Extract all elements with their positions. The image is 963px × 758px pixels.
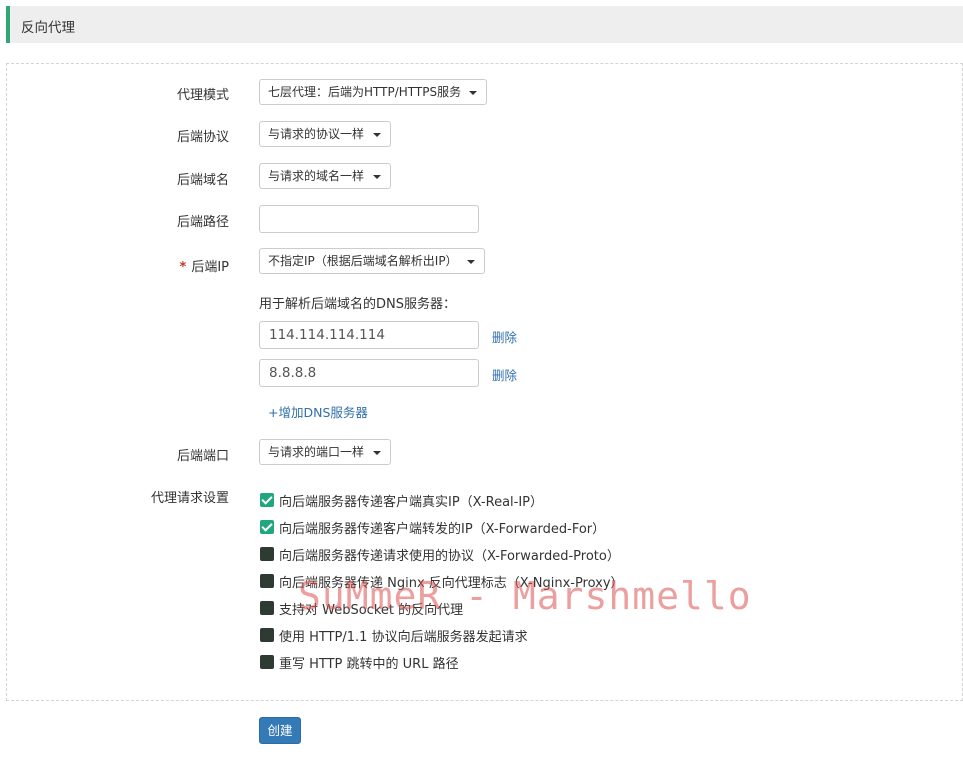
backend-ip-select[interactable]: 不指定IP（根据后端域名解析出IP） xyxy=(259,248,485,274)
checkbox-label: 使用 HTTP/1.1 协议向后端服务器发起请求 xyxy=(279,630,528,645)
dns-hint: 用于解析后端域名的DNS服务器： xyxy=(259,297,456,312)
required-mark: * xyxy=(179,260,187,275)
checkbox-label: 向后端服务器传递请求使用的协议（X-Forwarded-Proto） xyxy=(279,549,620,564)
backend-port-value: 与请求的端口一样 xyxy=(268,445,365,459)
checkbox[interactable] xyxy=(260,628,274,642)
checkbox[interactable] xyxy=(260,655,274,669)
checkbox[interactable] xyxy=(260,520,274,534)
proxy-mode-value: 七层代理：后端为HTTP/HTTPS服务 xyxy=(268,85,462,99)
page-header: 反向代理 xyxy=(6,6,963,43)
backend-port-select[interactable]: 与请求的端口一样 xyxy=(259,439,391,465)
dns-server-input[interactable] xyxy=(259,359,479,387)
checkbox[interactable] xyxy=(260,574,274,588)
backend-protocol-select[interactable]: 与请求的协议一样 xyxy=(259,121,391,147)
proxy-mode-select[interactable]: 七层代理：后端为HTTP/HTTPS服务 xyxy=(259,79,487,105)
backend-ip-label-text: 后端IP xyxy=(191,260,229,275)
backend-port-label: 后端端口 xyxy=(176,449,229,464)
caret-down-icon xyxy=(373,451,381,455)
checkbox[interactable] xyxy=(260,547,274,561)
backend-domain-value: 与请求的域名一样 xyxy=(268,169,365,183)
dns-server-input[interactable] xyxy=(259,321,479,349)
caret-down-icon xyxy=(469,91,477,95)
backend-protocol-value: 与请求的协议一样 xyxy=(268,127,365,141)
dns-delete-link[interactable]: 删除 xyxy=(492,365,517,384)
proxy-mode-label: 代理模式 xyxy=(176,88,229,103)
checkbox-label: 重写 HTTP 跳转中的 URL 路径 xyxy=(279,657,459,672)
proxy-settings-label: 代理请求设置 xyxy=(150,491,229,506)
backend-path-input[interactable] xyxy=(259,205,479,233)
dns-delete-link[interactable]: 删除 xyxy=(492,327,517,346)
checkbox-label: 向后端服务器传递客户端真实IP（X-Real-IP） xyxy=(279,495,544,510)
checkbox[interactable] xyxy=(260,601,274,615)
add-dns-server-link[interactable]: +增加DNS服务器 xyxy=(268,402,368,421)
checkbox-label: 支持对 WebSocket 的反向代理 xyxy=(279,603,464,618)
caret-down-icon xyxy=(373,133,381,137)
page-title: 反向代理 xyxy=(21,20,75,36)
backend-ip-value: 不指定IP（根据后端域名解析出IP） xyxy=(268,254,458,268)
caret-down-icon xyxy=(467,260,475,264)
backend-domain-select[interactable]: 与请求的域名一样 xyxy=(259,163,391,189)
form-panel xyxy=(6,63,963,701)
checkbox[interactable] xyxy=(260,493,274,507)
checkbox-label: 向后端服务器传递客户端转发的IP（X-Forwarded-For） xyxy=(279,522,606,537)
checkbox-label: 向后端服务器传递 Nginx 反向代理标志（X-Nginx-Proxy） xyxy=(279,576,624,591)
backend-path-label: 后端路径 xyxy=(176,215,229,230)
caret-down-icon xyxy=(373,175,381,179)
create-button[interactable]: 创建 xyxy=(259,717,301,744)
backend-domain-label: 后端域名 xyxy=(176,173,229,188)
backend-ip-label: * 后端IP xyxy=(180,256,230,275)
backend-protocol-label: 后端协议 xyxy=(176,130,229,145)
